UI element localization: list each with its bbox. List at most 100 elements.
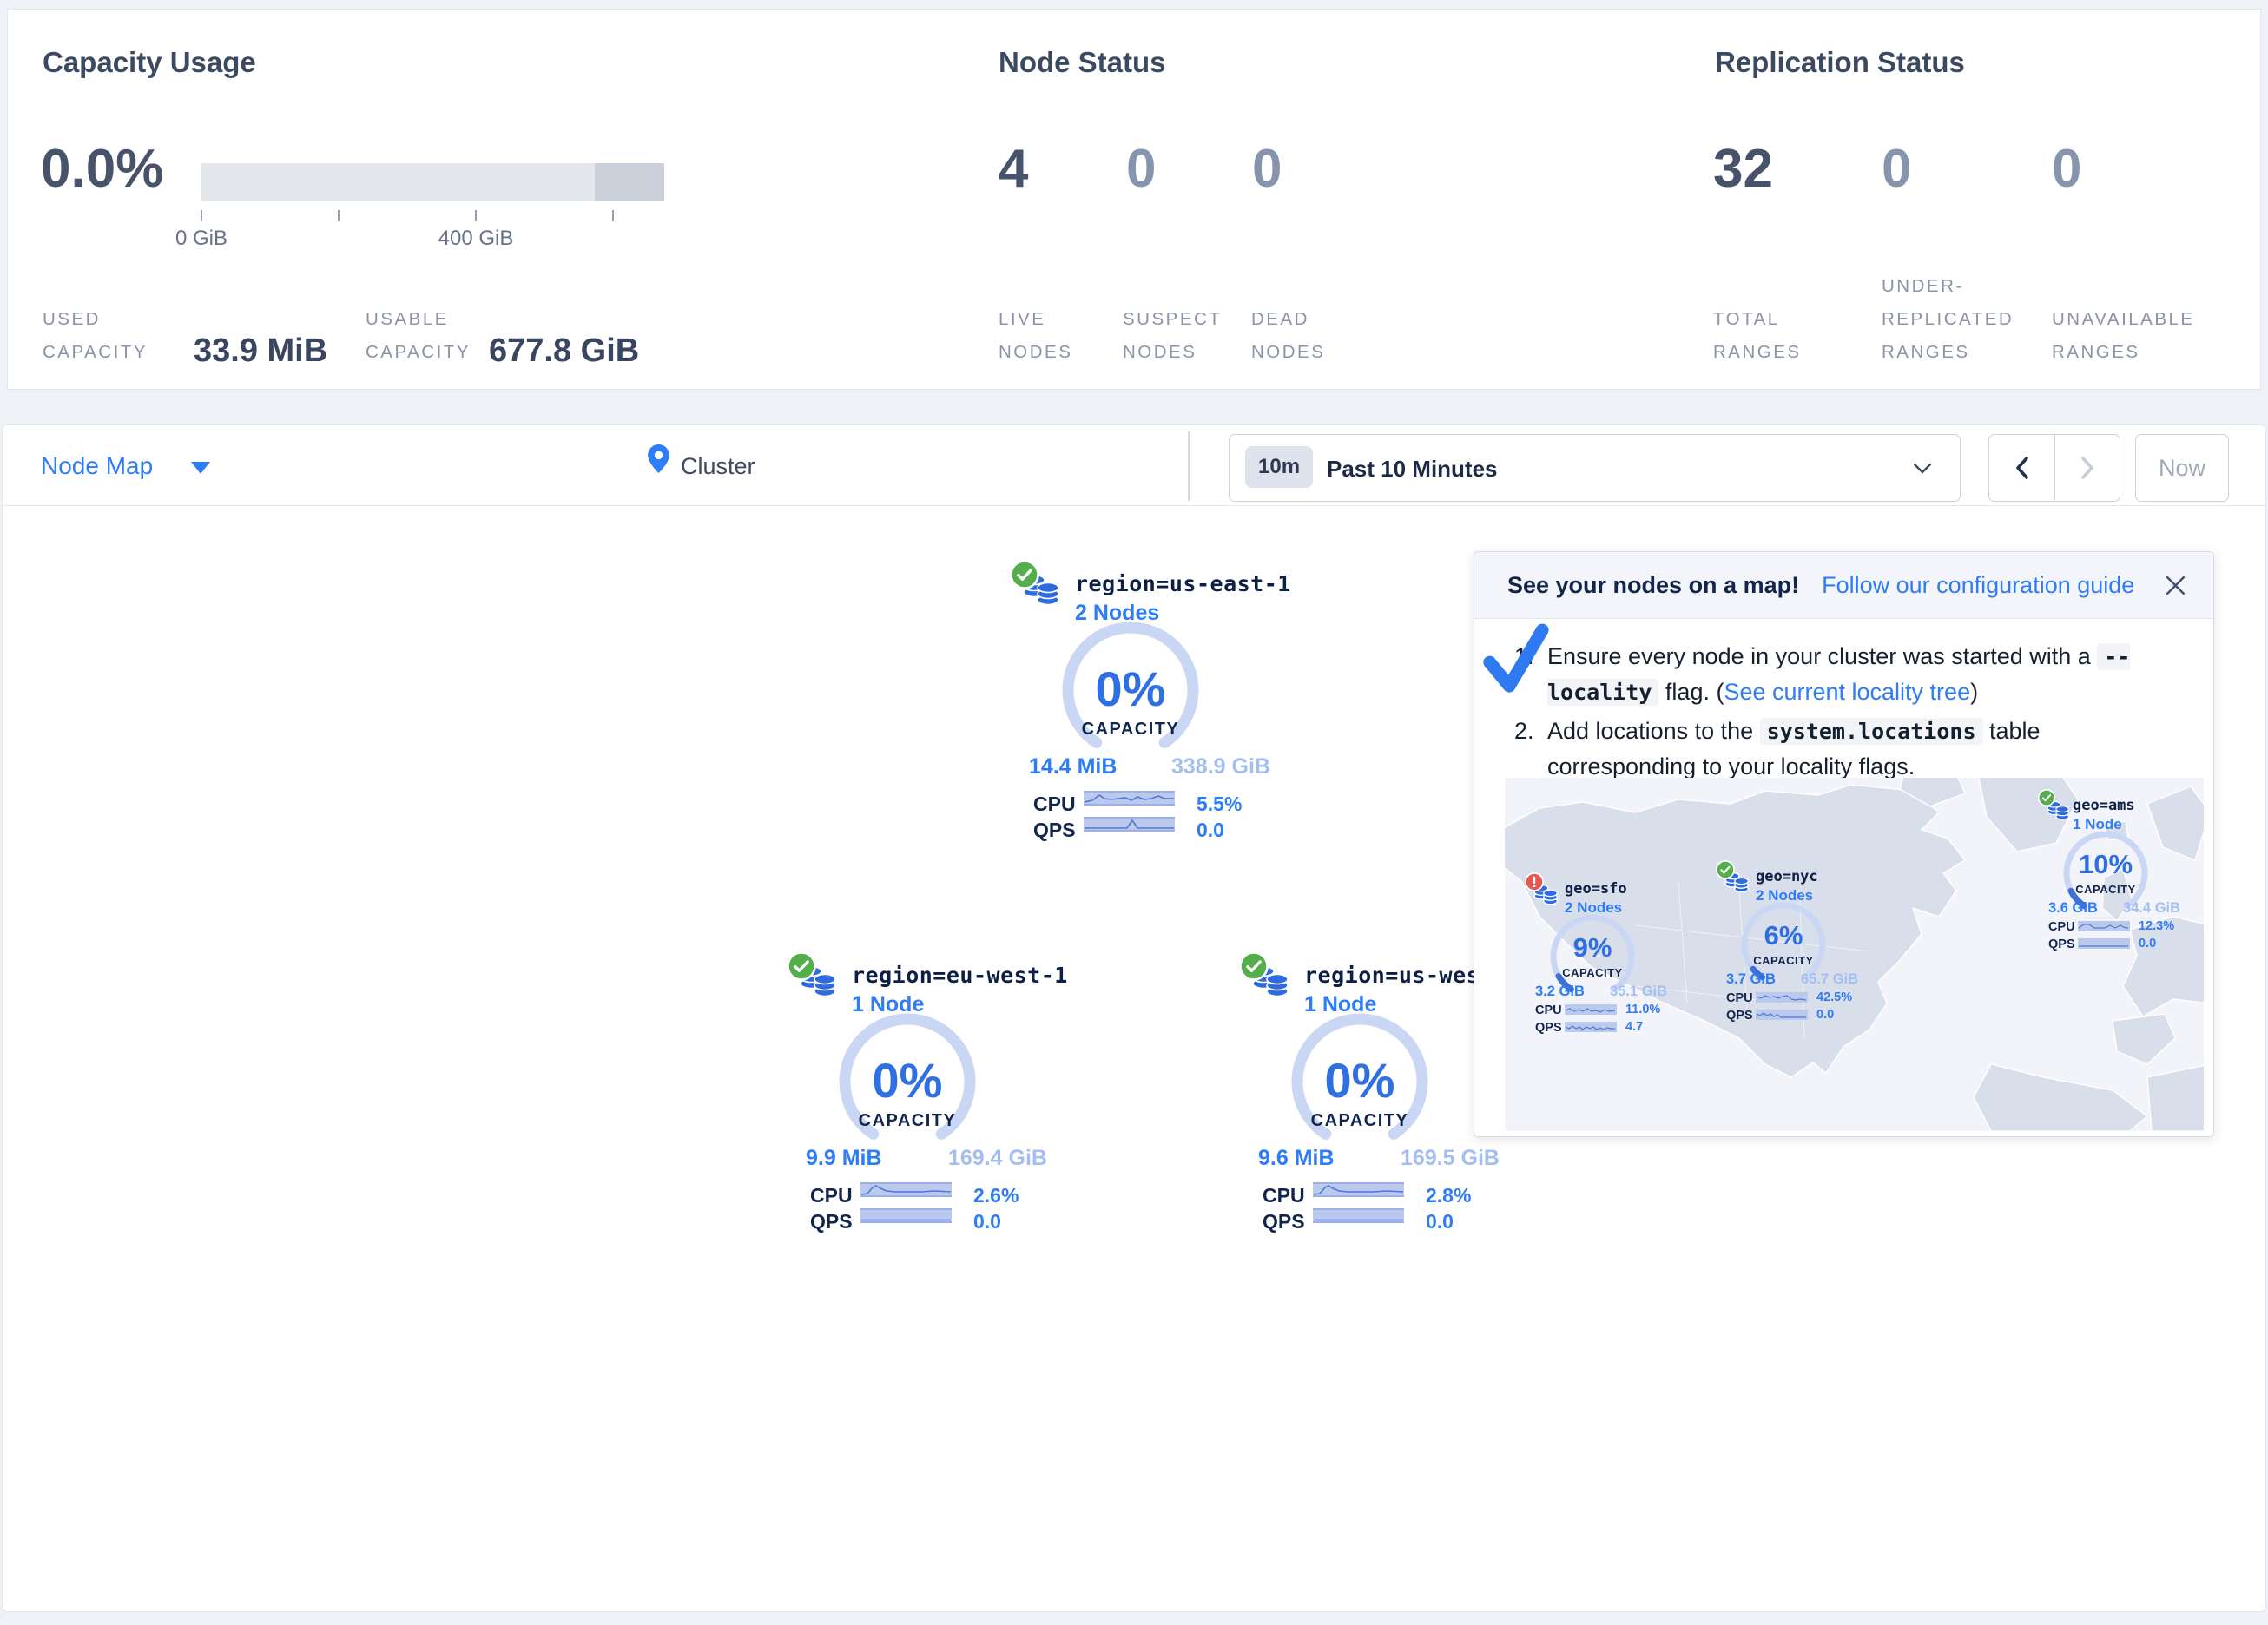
- healthy-check-icon: [787, 951, 816, 985]
- total-value: 338.9 GiB: [1171, 754, 1270, 780]
- capacity-label: CAPACITY: [1545, 966, 1640, 979]
- cpu-sparkline: [860, 1182, 952, 1201]
- close-icon[interactable]: [2164, 574, 2187, 597]
- capacity-percent: 0%: [1286, 1052, 1434, 1109]
- breadcrumb[interactable]: Cluster: [681, 453, 755, 480]
- qps-sparkline: [1565, 1021, 1617, 1036]
- usable-capacity-label: USABLE CAPACITY: [366, 303, 471, 369]
- cpu-label: CPU: [1535, 1003, 1562, 1017]
- qps-value: 4.7: [1625, 1020, 1643, 1034]
- region-label: geo=ams: [2073, 797, 2135, 814]
- setup-step-2: 2. Add locations to the system.locations…: [1514, 714, 2187, 785]
- total-value: 169.4 GiB: [948, 1146, 1047, 1171]
- cpu-value: 12.3%: [2139, 919, 2174, 933]
- node-map-config-popup: See your nodes on a map! Follow our conf…: [1474, 551, 2214, 1137]
- capacity-label: CAPACITY: [2058, 883, 2153, 896]
- map-node-group-nyc[interactable]: geo=nyc 2 Nodes 6% CAPACITY 3.7 GiB 65.7…: [1716, 860, 1855, 1025]
- under-replicated-ranges-value: 0: [1882, 138, 1911, 200]
- cpu-label: CPU: [2048, 920, 2075, 934]
- qps-sparkline: [1756, 1009, 1808, 1024]
- time-next-button[interactable]: [2054, 435, 2120, 500]
- healthy-check-icon: [1239, 951, 1269, 985]
- qps-value: 0.0: [1426, 1210, 1454, 1234]
- setup-steps: 1. Ensure every node in your cluster was…: [1514, 639, 2187, 788]
- cpu-value: 2.6%: [973, 1184, 1019, 1207]
- system-locations-code: system.locations: [1760, 718, 1983, 745]
- popup-header: See your nodes on a map! Follow our conf…: [1474, 552, 2213, 619]
- unavailable-ranges-value: 0: [2052, 138, 2081, 200]
- qps-sparkline: [1084, 817, 1175, 836]
- now-button[interactable]: Now: [2135, 434, 2229, 502]
- map-node-group-sfo[interactable]: geo=sfo 2 Nodes 9% CAPACITY 3.2 GiB 35.1…: [1525, 872, 1664, 1037]
- qps-sparkline: [1313, 1208, 1404, 1227]
- cpu-label: CPU: [1726, 991, 1753, 1005]
- unavailable-ranges-label: UNAVAILABLE RANGES: [2052, 303, 2195, 369]
- cpu-sparkline: [1313, 1182, 1404, 1201]
- cpu-value: 11.0%: [1625, 1003, 1660, 1016]
- cpu-value: 5.5%: [1197, 793, 1242, 816]
- qps-label: QPS: [1726, 1009, 1753, 1023]
- axis-tick: [475, 210, 477, 221]
- capacity-usage-title: Capacity Usage: [43, 46, 256, 79]
- cpu-sparkline: [2078, 920, 2130, 936]
- region-label: geo=sfo: [1565, 880, 1627, 898]
- axis-tick-label: 400 GiB: [406, 227, 545, 251]
- setup-step-1: 1. Ensure every node in your cluster was…: [1514, 639, 2187, 710]
- map-node-group-ams[interactable]: geo=ams 1 Node 10% CAPACITY 3.6 GiB 34.4…: [2038, 789, 2177, 954]
- suspect-nodes-label: SUSPECT NODES: [1123, 303, 1222, 369]
- qps-label: QPS: [810, 1210, 853, 1234]
- capacity-usage-bar: [201, 163, 664, 201]
- step-text: Add locations to the system.locations ta…: [1547, 714, 2187, 785]
- used-value: 9.6 MiB: [1258, 1146, 1335, 1171]
- live-nodes-value: 4: [999, 138, 1028, 200]
- total-ranges-label: TOTAL RANGES: [1713, 303, 1802, 369]
- capacity-percent: 0%: [1057, 661, 1204, 717]
- cpu-label: CPU: [1263, 1184, 1305, 1207]
- region-label: region=us-east-1: [1075, 571, 1291, 596]
- time-range-dropdown[interactable]: 10m Past 10 Minutes: [1229, 434, 1961, 502]
- qps-label: QPS: [1263, 1210, 1305, 1234]
- warning-icon: [1525, 872, 1544, 896]
- capacity-label: CAPACITY: [1736, 954, 1831, 967]
- live-nodes-label: LIVE NODES: [999, 303, 1072, 369]
- time-range-badge: 10m: [1245, 446, 1313, 488]
- time-prev-button[interactable]: [1989, 435, 2054, 500]
- qps-value: 0.0: [973, 1210, 1001, 1234]
- used-value: 3.6 GiB: [2048, 900, 2098, 917]
- used-value: 9.9 MiB: [806, 1146, 882, 1171]
- configuration-guide-link[interactable]: Follow our configuration guide: [1822, 572, 2134, 599]
- cpu-label: CPU: [810, 1184, 853, 1207]
- step-done-check-icon: [1480, 622, 1551, 704]
- capacity-reserved-segment: [595, 163, 664, 201]
- time-nav-buttons: [1988, 434, 2120, 502]
- step-text: Ensure every node in your cluster was st…: [1547, 639, 2187, 710]
- healthy-check-icon: [1716, 860, 1735, 884]
- qps-value: 0.0: [2139, 937, 2156, 951]
- chevron-down-icon: [191, 462, 210, 474]
- used-value: 14.4 MiB: [1029, 754, 1117, 780]
- axis-tick: [201, 210, 202, 221]
- node-group-eu-west-1[interactable]: region=eu-west-1 1 Node 0% CAPACITY 9.9 …: [787, 951, 1151, 1238]
- cpu-value: 42.5%: [1816, 990, 1852, 1004]
- chevron-down-icon: [1913, 463, 1932, 479]
- qps-label: QPS: [2048, 938, 2075, 951]
- qps-value: 0.0: [1816, 1008, 1834, 1022]
- location-pin-icon: [648, 444, 669, 477]
- qps-label: QPS: [1535, 1021, 1562, 1035]
- view-selector-dropdown[interactable]: Node Map: [41, 452, 210, 480]
- qps-label: QPS: [1033, 819, 1076, 842]
- region-label: geo=nyc: [1756, 868, 1818, 885]
- capacity-label: CAPACITY: [1057, 720, 1204, 740]
- cpu-sparkline: [1084, 791, 1175, 810]
- capacity-label: CAPACITY: [834, 1111, 981, 1131]
- total-value: 35.1 GiB: [1610, 984, 1667, 1000]
- total-ranges-value: 32: [1713, 138, 1773, 200]
- dead-nodes-value: 0: [1252, 138, 1282, 200]
- region-label: region=eu-west-1: [852, 963, 1068, 988]
- step-number: 2.: [1514, 714, 1547, 785]
- qps-value: 0.0: [1197, 819, 1224, 842]
- node-group-us-east-1[interactable]: region=us-east-1 2 Nodes 0% CAPACITY 14.…: [1010, 560, 1375, 846]
- capacity-percent: 9%: [1545, 932, 1640, 964]
- total-value: 34.4 GiB: [2123, 900, 2180, 917]
- locality-tree-link[interactable]: See current locality tree: [1724, 679, 1970, 705]
